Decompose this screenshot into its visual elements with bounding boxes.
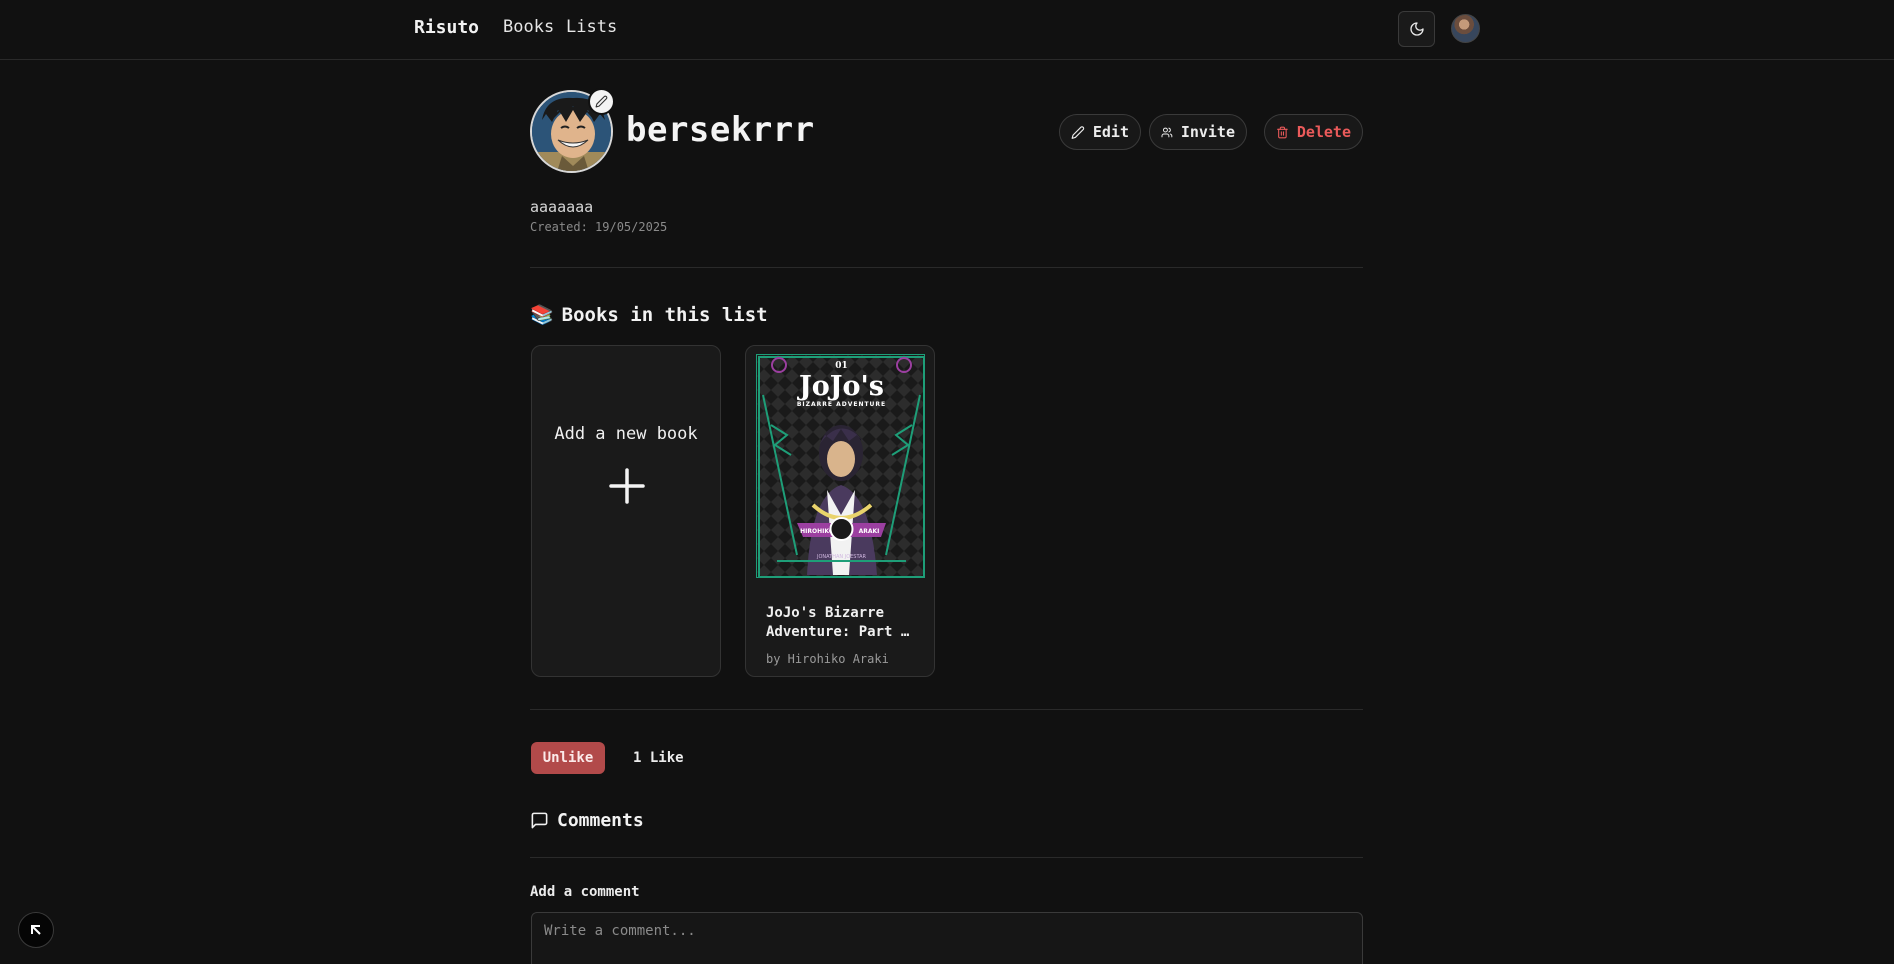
delete-button-label: Delete — [1296, 123, 1351, 141]
moon-icon — [1409, 22, 1424, 36]
add-comment-label: Add a comment — [530, 884, 640, 900]
books-section-title: 📚 Books in this list — [530, 303, 768, 327]
books-section-title-text: Books in this list — [561, 303, 768, 326]
edit-button[interactable]: Edit — [1059, 114, 1141, 150]
book-author: by Hirohiko Araki — [766, 652, 889, 666]
list-title: bersekrrr — [626, 110, 815, 150]
nav-link-lists[interactable]: Lists — [566, 17, 617, 37]
unlike-button[interactable]: Unlike — [531, 742, 605, 774]
book-card[interactable]: 01 JoJo's BIZARRE ADVENTURE HIROHIKO ARA… — [745, 345, 935, 677]
cover-subtitle: BIZARRE ADVENTURE — [797, 401, 886, 408]
book-cover-art: 01 JoJo's BIZARRE ADVENTURE HIROHIKO ARA… — [757, 355, 924, 577]
top-navbar: Risuto Books Lists — [0, 0, 1894, 60]
theme-toggle-button[interactable] — [1398, 11, 1435, 47]
users-icon — [1161, 127, 1173, 137]
invite-button[interactable]: Invite — [1149, 114, 1247, 150]
list-description: aaaaaaa — [530, 198, 594, 216]
user-avatar[interactable] — [1451, 14, 1480, 43]
comment-input[interactable] — [531, 912, 1363, 964]
floating-dev-button[interactable] — [18, 912, 54, 948]
pencil-icon — [595, 95, 608, 108]
nav-link-books[interactable]: Books — [503, 17, 554, 37]
trash-icon — [1277, 126, 1288, 138]
books-emoji-icon: 📚 — [530, 304, 554, 326]
divider — [530, 267, 1363, 268]
comments-title: Comments — [530, 810, 644, 831]
edit-button-label: Edit — [1092, 123, 1129, 141]
list-created-date: Created: 19/05/2025 — [530, 220, 668, 234]
pencil-icon — [1071, 125, 1085, 139]
like-count: 1 Like — [633, 750, 684, 766]
divider — [530, 709, 1363, 710]
cover-volume: 01 — [835, 361, 848, 371]
divider — [530, 857, 1363, 858]
book-title[interactable]: JoJo's Bizarre Adventure: Part … — [766, 604, 916, 642]
brand-logo[interactable]: Risuto — [414, 17, 479, 38]
invite-button-label: Invite — [1180, 123, 1235, 141]
cover-title: JoJo's — [797, 371, 884, 402]
book-cover[interactable]: 01 JoJo's BIZARRE ADVENTURE HIROHIKO ARA… — [756, 354, 925, 578]
cover-ribbon-right: ARAKI — [859, 528, 880, 535]
add-book-card[interactable]: Add a new book — [531, 345, 721, 677]
add-book-label: Add a new book — [554, 424, 698, 444]
edit-avatar-button[interactable] — [588, 88, 615, 115]
arrow-icon — [31, 925, 41, 935]
cover-bottom-text: JONATHAN JOESTAR — [816, 554, 867, 560]
plus-icon — [609, 468, 645, 504]
delete-button[interactable]: Delete — [1264, 114, 1363, 150]
comments-title-text: Comments — [557, 810, 644, 831]
message-square-icon — [531, 812, 548, 829]
cover-ribbon-left: HIROHIKO — [800, 528, 834, 535]
